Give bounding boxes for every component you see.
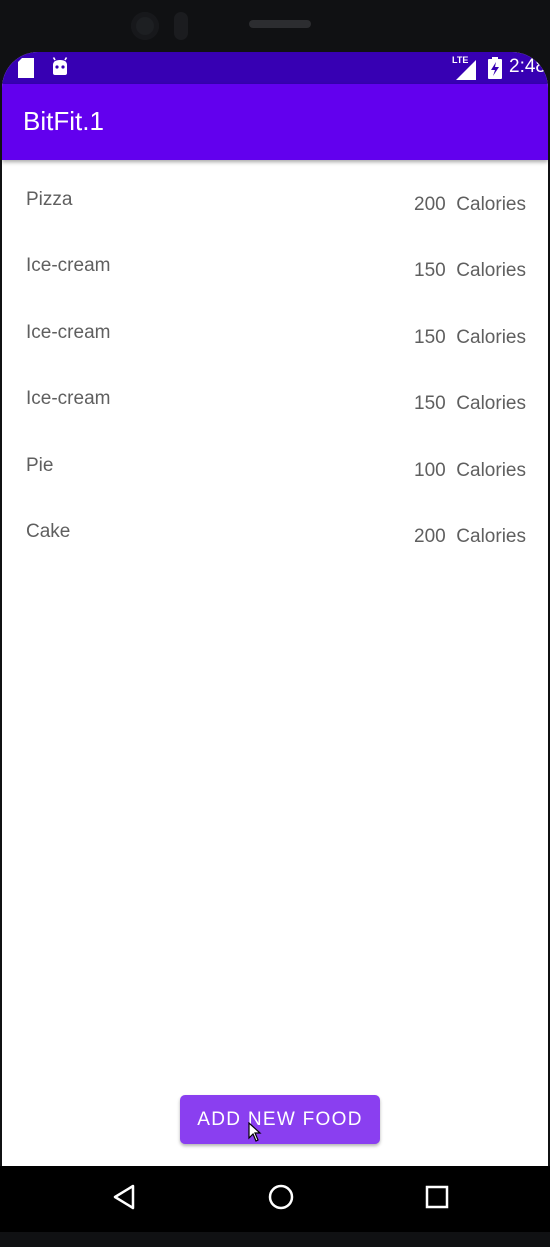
list-item[interactable]: Ice-cream 150 Calories xyxy=(2,301,548,367)
proximity-sensor xyxy=(174,12,188,40)
food-calories: 150 Calories xyxy=(414,326,526,348)
food-calories: 200 Calories xyxy=(414,525,526,547)
battery-charging-icon xyxy=(488,57,502,83)
food-name: Cake xyxy=(26,520,71,542)
status-bar: LTE 2:48 xyxy=(2,52,548,84)
food-list: Pizza 200 Calories Ice-cream 150 Calorie… xyxy=(2,168,548,566)
food-name: Ice-cream xyxy=(26,388,111,410)
app-bar: BitFit.1 xyxy=(2,84,548,160)
food-calories: 150 Calories xyxy=(414,260,526,282)
back-icon[interactable] xyxy=(112,1183,136,1215)
list-item[interactable]: Cake 200 Calories xyxy=(2,500,548,566)
list-item[interactable]: Ice-cream 150 Calories xyxy=(2,234,548,300)
food-name: Ice-cream xyxy=(26,321,111,343)
home-icon[interactable] xyxy=(267,1183,295,1215)
list-item[interactable]: Pizza 200 Calories xyxy=(2,168,548,234)
sd-card-icon xyxy=(18,58,34,82)
food-name: Pie xyxy=(26,454,54,476)
add-new-food-button[interactable]: ADD NEW FOOD xyxy=(180,1095,380,1144)
list-item[interactable]: Ice-cream 150 Calories xyxy=(2,367,548,433)
signal-icon xyxy=(456,60,476,84)
food-name: Ice-cream xyxy=(26,255,111,277)
food-name: Pizza xyxy=(26,189,73,210)
android-icon xyxy=(50,57,70,81)
screen: LTE 2:48 BitFit.1 Pizza 200 Calories Ice… xyxy=(2,52,548,1232)
device-frame: LTE 2:48 BitFit.1 Pizza 200 Calories Ice… xyxy=(0,0,550,1247)
earpiece-speaker xyxy=(249,20,311,28)
status-time: 2:48 xyxy=(509,56,546,77)
list-item[interactable]: Pie 100 Calories xyxy=(2,434,548,500)
food-calories: 100 Calories xyxy=(414,459,526,481)
front-camera xyxy=(131,12,159,40)
food-calories: 150 Calories xyxy=(414,393,526,415)
mouse-cursor-icon xyxy=(248,1121,262,1146)
navigation-bar xyxy=(0,1166,550,1232)
recents-icon[interactable] xyxy=(425,1183,449,1215)
food-calories: 200 Calories xyxy=(414,194,526,215)
app-title: BitFit.1 xyxy=(23,106,104,136)
